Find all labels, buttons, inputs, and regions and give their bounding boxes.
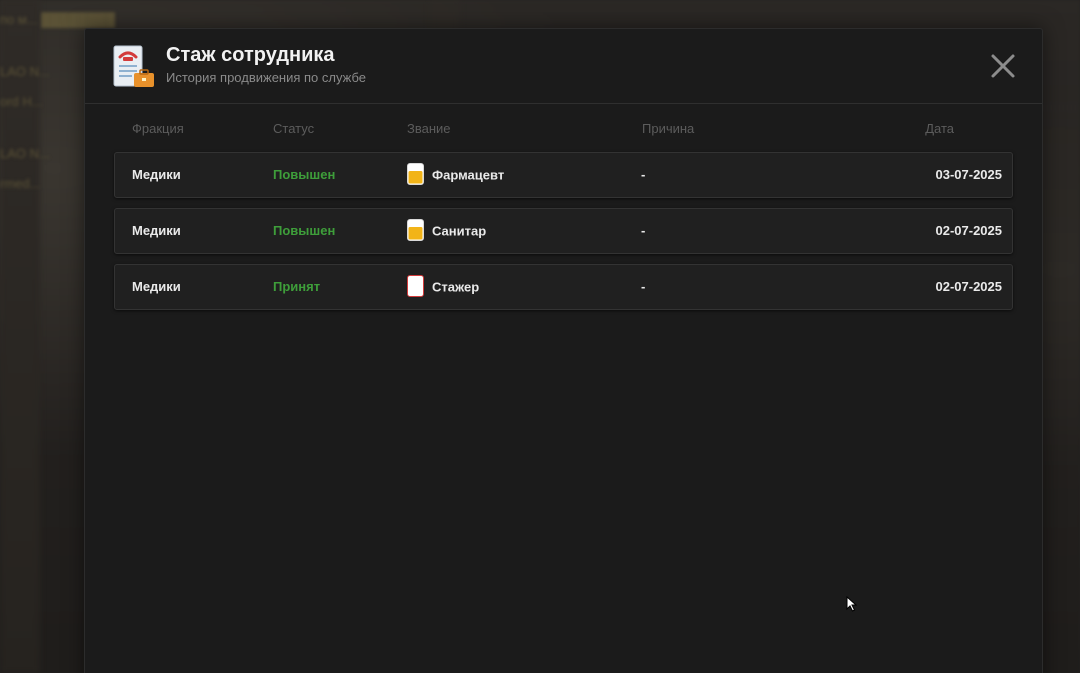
column-header-status: Статус bbox=[273, 121, 315, 136]
column-header-rank: Звание bbox=[407, 121, 451, 136]
background-blurred-text: LAO N... bbox=[0, 146, 50, 161]
column-header-date: Дата bbox=[925, 121, 954, 136]
employee-history-modal: Стаж сотрудника История продвижения по с… bbox=[84, 28, 1043, 673]
row-status: Повышен bbox=[273, 223, 336, 238]
rank-label: Фармацевт bbox=[432, 167, 505, 183]
rank-badge-gold-icon bbox=[407, 219, 424, 242]
row-date: 03-07-2025 bbox=[935, 167, 1003, 182]
table-row[interactable]: Медики Повышен Фармацевт - 03-07-2025 bbox=[114, 152, 1013, 198]
modal-subtitle: История продвижения по службе bbox=[166, 70, 366, 85]
mouse-cursor-icon bbox=[846, 596, 858, 612]
modal-header: Стаж сотрудника История продвижения по с… bbox=[85, 29, 1042, 104]
rank-badge-empty-icon bbox=[407, 275, 424, 298]
column-header-reason: Причина bbox=[642, 121, 695, 136]
background-blurred-text: по м... ████████ bbox=[0, 12, 115, 27]
row-date: 02-07-2025 bbox=[935, 279, 1003, 294]
column-header-faction: Фракция bbox=[132, 121, 184, 136]
row-faction: Медики bbox=[132, 279, 181, 294]
row-reason: - bbox=[641, 279, 646, 294]
table-row[interactable]: Медики Повышен Санитар - 02-07-2025 bbox=[114, 208, 1013, 254]
row-reason: - bbox=[641, 167, 646, 182]
row-faction: Медики bbox=[132, 167, 181, 182]
row-date: 02-07-2025 bbox=[935, 223, 1003, 238]
rank-label: Санитар bbox=[432, 223, 487, 239]
row-status: Принят bbox=[273, 279, 321, 294]
row-status: Повышен bbox=[273, 167, 336, 182]
rank-label: Стажер bbox=[432, 279, 480, 295]
row-rank: Фармацевт bbox=[407, 153, 504, 197]
table-row[interactable]: Медики Принят Стажер - 02-07-2025 bbox=[114, 264, 1013, 310]
row-reason: - bbox=[641, 223, 646, 238]
background-blurred-text: ord H... bbox=[0, 94, 43, 109]
row-rank: Санитар bbox=[407, 209, 486, 253]
row-faction: Медики bbox=[132, 223, 181, 238]
modal-title: Стаж сотрудника bbox=[166, 44, 335, 66]
employee-document-icon bbox=[113, 45, 154, 87]
close-icon[interactable] bbox=[988, 51, 1018, 81]
rank-badge-gold-icon bbox=[407, 163, 424, 186]
background-blurred-text: rmed... bbox=[0, 176, 41, 191]
background-blurred-text: LAO N... bbox=[0, 64, 50, 79]
row-rank: Стажер bbox=[407, 265, 479, 309]
